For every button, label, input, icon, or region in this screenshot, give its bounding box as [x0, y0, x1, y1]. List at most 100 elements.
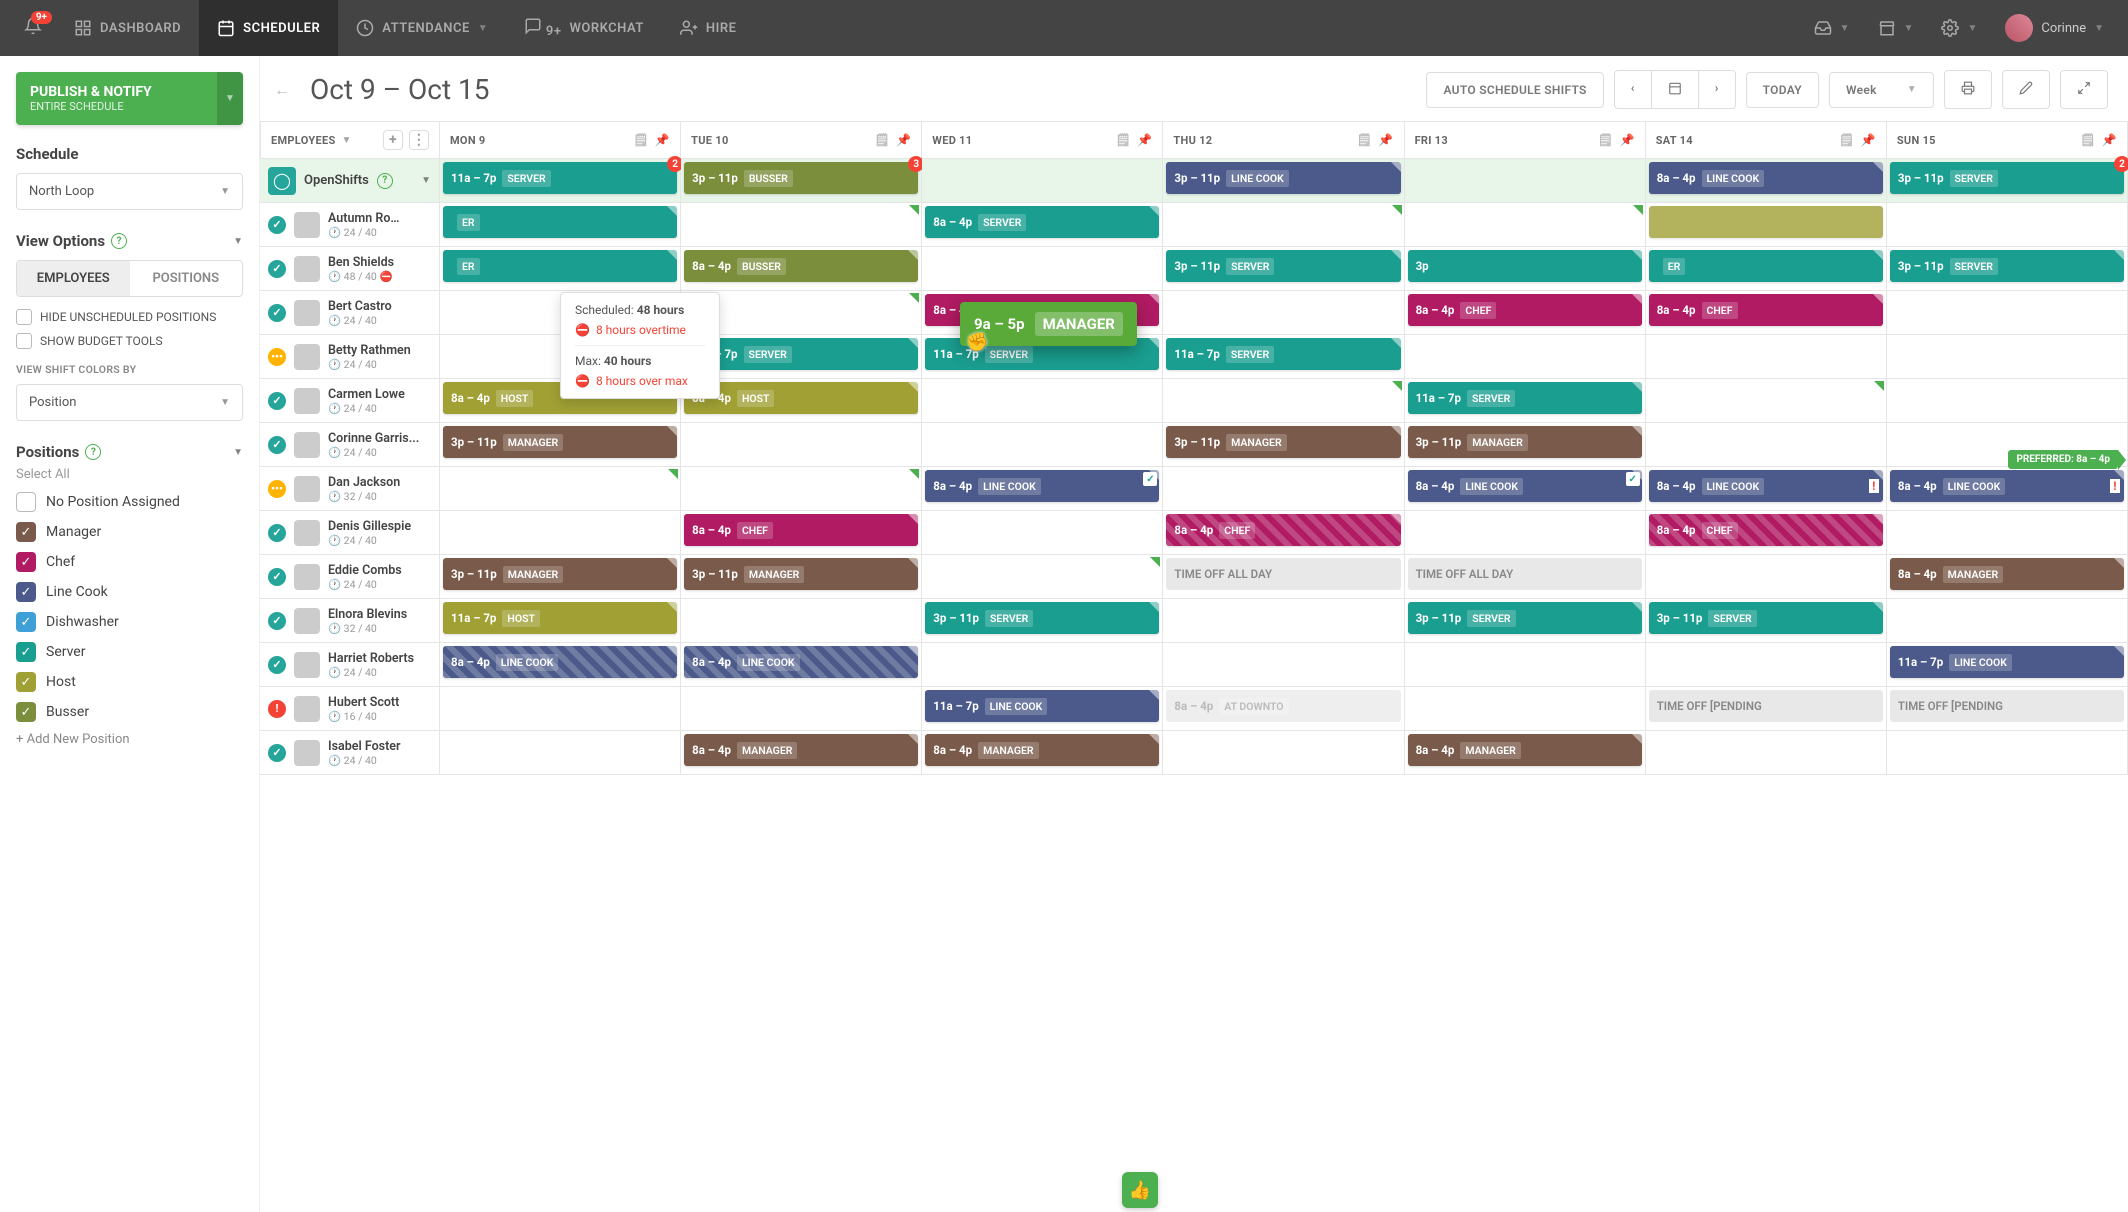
shift-block[interactable]: 8a – 4p CHEF: [684, 514, 918, 546]
schedule-cell[interactable]: 8a – 4p CHEF: [1646, 291, 1887, 335]
schedule-cell[interactable]: 3p: [1405, 247, 1646, 291]
schedule-cell[interactable]: 8a – 4p MANAGER: [1887, 555, 2128, 599]
shift-block[interactable]: ER: [443, 206, 677, 238]
shift-block[interactable]: 8a – 4p LINE COOK !: [1649, 470, 1883, 502]
shift-block[interactable]: 3p – 11p MANAGER: [1166, 426, 1400, 458]
openshift-cell[interactable]: [922, 159, 1163, 203]
openshift-cell[interactable]: 11a – 7pSERVER2: [440, 159, 681, 203]
thumbs-up-fab[interactable]: 👍: [1122, 1172, 1158, 1208]
schedule-cell[interactable]: 8a – 4p LINE COOK: [681, 643, 922, 687]
shift-block[interactable]: 3p – 11pSERVER2: [1890, 162, 2124, 194]
schedule-cell[interactable]: 11a – 7p HOST: [440, 599, 681, 643]
schedule-cell[interactable]: TIME OFF ALL DAY: [1163, 555, 1404, 599]
chevron-down-icon[interactable]: ▼: [233, 447, 243, 458]
employee-row-header[interactable]: ✓ Corinne Garris... 🕐 24 / 40: [260, 423, 440, 467]
schedule-cell[interactable]: 8a – 4p MANAGER: [1405, 731, 1646, 775]
today-button[interactable]: TODAY: [1746, 72, 1819, 108]
shift-block[interactable]: TIME OFF ALL DAY: [1166, 558, 1400, 590]
schedule-cell[interactable]: 8a – 4p SERVER: [922, 203, 1163, 247]
position-busser[interactable]: ✓Busser: [16, 702, 243, 722]
chevron-down-icon[interactable]: ▼: [421, 175, 431, 186]
auto-schedule-button[interactable]: AUTO SCHEDULE SHIFTS: [1426, 72, 1603, 108]
employee-row-header[interactable]: ✓ Harriet Roberts 🕐 24 / 40: [260, 643, 440, 687]
shift-block[interactable]: ER: [1649, 250, 1883, 282]
shift-block[interactable]: 3p – 11p MANAGER: [1408, 426, 1642, 458]
shift-block[interactable]: 11a – 7p LINE COOK: [925, 690, 1159, 722]
shift-block[interactable]: 11a – 7p LINE COOK: [1890, 646, 2124, 678]
schedule-cell[interactable]: [1646, 423, 1887, 467]
shift-block[interactable]: TIME OFF [PENDING: [1649, 690, 1883, 722]
filter-employee-button[interactable]: ⋮: [409, 130, 429, 150]
schedule-cell[interactable]: [922, 555, 1163, 599]
shift-block[interactable]: 8a – 4p CHEF: [1166, 514, 1400, 546]
schedule-cell[interactable]: [922, 247, 1163, 291]
employee-row-header[interactable]: ✓ Isabel Foster 🕐 24 / 40: [260, 731, 440, 775]
pin-icon[interactable]: 📌: [1861, 133, 1876, 147]
schedule-cell[interactable]: [1646, 335, 1887, 379]
schedule-cell[interactable]: 3p – 11p SERVER: [1887, 247, 2128, 291]
shift-block[interactable]: 8a – 4p CHEF: [1649, 294, 1883, 326]
prev-week-button[interactable]: ‹: [1614, 70, 1652, 109]
shift-block[interactable]: 11a – 7p SERVER: [1166, 338, 1400, 370]
nav-attendance[interactable]: ATTENDANCE ▼: [338, 0, 506, 56]
employee-row-header[interactable]: ••• Dan Jackson 🕐 32 / 40: [260, 467, 440, 511]
schedule-cell[interactable]: [1405, 335, 1646, 379]
shift-block[interactable]: 8a – 4p MANAGER: [684, 734, 918, 766]
shift-block[interactable]: 8a – 4p LINE COOK: [443, 646, 677, 678]
position-none[interactable]: No Position Assigned: [16, 492, 243, 512]
nav-scheduler[interactable]: SCHEDULER: [199, 0, 338, 56]
shift-block[interactable]: 8a – 4p AT DOWNTO: [1166, 690, 1400, 722]
schedule-cell[interactable]: [922, 379, 1163, 423]
schedule-cell[interactable]: 3p – 11p MANAGER: [440, 423, 681, 467]
schedule-cell[interactable]: [1163, 599, 1404, 643]
nav-hire[interactable]: HIRE: [662, 0, 755, 56]
employee-row-header[interactable]: ✓ Bert Castro 🕐 24 / 40: [260, 291, 440, 335]
note-icon[interactable]: 🗒: [2080, 133, 2096, 147]
employee-row-header[interactable]: ✓ Ben Shields 🕐 48 / 40 ⛔: [260, 247, 440, 291]
openshift-cell[interactable]: 3p – 11pLINE COOK: [1163, 159, 1404, 203]
schedule-cell[interactable]: [922, 423, 1163, 467]
schedule-cell[interactable]: [1163, 643, 1404, 687]
schedule-cell[interactable]: 3p – 11p MANAGER: [1163, 423, 1404, 467]
shift-block[interactable]: TIME OFF ALL DAY: [1408, 558, 1642, 590]
nav-dashboard[interactable]: DASHBOARD: [56, 0, 199, 56]
schedule-cell[interactable]: [681, 203, 922, 247]
schedule-cell[interactable]: ER: [440, 203, 681, 247]
hide-unscheduled-checkbox[interactable]: HIDE UNSCHEDULED POSITIONS: [16, 309, 243, 325]
schedule-cell[interactable]: [1163, 731, 1404, 775]
employee-row-header[interactable]: ✓ Carmen Lowe 🕐 24 / 40: [260, 379, 440, 423]
note-icon[interactable]: 🗒: [1116, 133, 1132, 147]
pin-icon[interactable]: 📌: [655, 133, 670, 147]
shift-block[interactable]: 3p: [1408, 250, 1642, 282]
schedule-cell[interactable]: 8a – 4p CHEF: [1405, 291, 1646, 335]
shift-block[interactable]: 3p – 11p SERVER: [1890, 250, 2124, 282]
shift-block[interactable]: 8a – 4p CHEF: [1408, 294, 1642, 326]
schedule-cell[interactable]: [1887, 291, 2128, 335]
schedule-cell[interactable]: 8a – 4p MANAGER: [681, 731, 922, 775]
schedule-cell[interactable]: [1887, 731, 2128, 775]
schedule-cell[interactable]: [1646, 203, 1887, 247]
chevron-down-icon[interactable]: ▼: [342, 135, 352, 146]
schedule-cell[interactable]: [1887, 511, 2128, 555]
schedule-cell[interactable]: 3p – 11p MANAGER: [440, 555, 681, 599]
nav-workchat[interactable]: 9+ WORKCHAT: [506, 0, 662, 56]
shift-block[interactable]: 3p – 11p SERVER: [1649, 602, 1883, 634]
schedule-cell[interactable]: [1887, 599, 2128, 643]
shift-block[interactable]: 8a – 4p MANAGER: [925, 734, 1159, 766]
note-icon[interactable]: 🗒: [1357, 133, 1373, 147]
schedule-cell[interactable]: ER: [1646, 247, 1887, 291]
schedule-cell[interactable]: [1163, 467, 1404, 511]
schedule-cell[interactable]: 11a – 7p LINE COOK: [922, 687, 1163, 731]
position-linecook[interactable]: ✓Line Cook: [16, 582, 243, 602]
calendar-picker-button[interactable]: [1652, 70, 1699, 109]
schedule-cell[interactable]: 8a – 4p LINE COOK !: [1646, 467, 1887, 511]
shift-block[interactable]: 8a – 4p MANAGER: [1890, 558, 2124, 590]
shift-block[interactable]: 8a – 4p BUSSER: [684, 250, 918, 282]
color-by-select[interactable]: Position ▼: [16, 384, 243, 421]
next-week-button[interactable]: ›: [1699, 70, 1736, 109]
schedule-cell[interactable]: [440, 687, 681, 731]
publish-dropdown[interactable]: ▼: [217, 72, 243, 125]
schedule-cell[interactable]: [1163, 291, 1404, 335]
pin-icon[interactable]: 📌: [1137, 133, 1152, 147]
store-menu[interactable]: ▼: [1864, 19, 1928, 37]
